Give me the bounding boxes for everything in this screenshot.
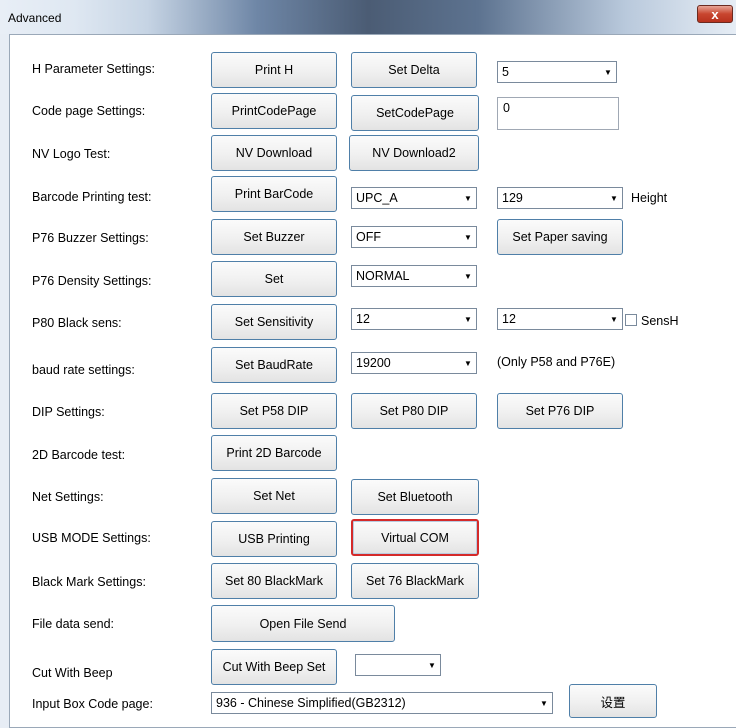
cut-beep-select[interactable]: ▼ [355, 654, 441, 676]
chevron-down-icon: ▼ [610, 193, 618, 203]
set-p58-dip-button[interactable]: Set P58 DIP [211, 393, 337, 429]
set-bluetooth-button[interactable]: Set Bluetooth [351, 479, 479, 515]
apply-code-page-button[interactable]: 设置 [569, 684, 657, 718]
chevron-down-icon: ▼ [428, 660, 436, 670]
close-button[interactable]: x [697, 5, 733, 23]
input-code-page-label: Input Box Code page: [32, 697, 153, 711]
chevron-down-icon: ▼ [464, 271, 472, 281]
usb-mode-label: USB MODE Settings: [32, 531, 151, 545]
print-barcode-button[interactable]: Print BarCode [211, 176, 337, 212]
chevron-down-icon: ▼ [464, 232, 472, 242]
nv-download-button[interactable]: NV Download [211, 135, 337, 171]
density-select[interactable]: NORMAL ▼ [351, 265, 477, 287]
cut-with-beep-set-button[interactable]: Cut With Beep Set [211, 649, 337, 685]
chevron-down-icon: ▼ [464, 193, 472, 203]
sensh-select[interactable]: 12 ▼ [497, 308, 623, 330]
sensh-label: SensH [641, 314, 679, 328]
h-param-label: H Parameter Settings: [32, 62, 155, 76]
barcode-type-value: UPC_A [356, 191, 398, 205]
print-h-button[interactable]: Print H [211, 52, 337, 88]
barcode-height-value: 129 [502, 191, 523, 205]
chevron-down-icon: ▼ [464, 314, 472, 324]
close-icon: x [711, 6, 719, 22]
density-label: P76 Density Settings: [32, 274, 152, 288]
input-code-page-select[interactable]: 936 - Chinese Simplified(GB2312) ▼ [211, 692, 553, 714]
window-title: Advanced [8, 11, 62, 25]
code-page-input[interactable]: 0 [497, 97, 619, 130]
sensitivity-select[interactable]: 12 ▼ [351, 308, 477, 330]
baud-note: (Only P58 and P76E) [497, 355, 616, 369]
virtual-com-button[interactable]: Virtual COM [351, 519, 479, 556]
dip-label: DIP Settings: [32, 405, 105, 419]
black-mark-label: Black Mark Settings: [32, 575, 146, 589]
input-code-page-value: 936 - Chinese Simplified(GB2312) [216, 696, 406, 710]
delta-value: 5 [502, 65, 509, 79]
barcode-2d-label: 2D Barcode test: [32, 448, 126, 462]
set-baud-rate-button[interactable]: Set BaudRate [211, 347, 337, 383]
sensitivity-value: 12 [356, 312, 370, 326]
print-code-page-button[interactable]: PrintCodePage [211, 93, 337, 129]
chevron-down-icon: ▼ [464, 358, 472, 368]
nv-logo-label: NV Logo Test: [32, 147, 111, 161]
set-sensitivity-button[interactable]: Set Sensitivity [211, 304, 337, 340]
height-label: Height [631, 191, 668, 205]
cut-beep-label: Cut With Beep [32, 666, 113, 680]
barcode-height-select[interactable]: 129 ▼ [497, 187, 623, 209]
set-density-button[interactable]: Set [211, 261, 337, 297]
title-bar: Advanced x [0, 0, 736, 34]
barcode-type-select[interactable]: UPC_A ▼ [351, 187, 477, 209]
buzzer-value: OFF [356, 230, 381, 244]
nv-download2-button[interactable]: NV Download2 [349, 135, 479, 171]
file-send-label: File data send: [32, 617, 114, 631]
sensh-checkbox[interactable] [625, 314, 637, 326]
baud-rate-value: 19200 [356, 356, 391, 370]
set-p76-dip-button[interactable]: Set P76 DIP [497, 393, 623, 429]
set-paper-saving-button[interactable]: Set Paper saving [497, 219, 623, 255]
baud-label: baud rate settings: [32, 363, 135, 377]
set-delta-button[interactable]: Set Delta [351, 52, 477, 88]
chevron-down-icon: ▼ [540, 698, 548, 708]
code-page-label: Code page Settings: [32, 104, 146, 118]
density-value: NORMAL [356, 269, 410, 283]
net-label: Net Settings: [32, 490, 104, 504]
set-p80-dip-button[interactable]: Set P80 DIP [351, 393, 477, 429]
chevron-down-icon: ▼ [610, 314, 618, 324]
set-code-page-button[interactable]: SetCodePage [351, 95, 479, 131]
set-80-blackmark-button[interactable]: Set 80 BlackMark [211, 563, 337, 599]
buzzer-label: P76 Buzzer Settings: [32, 231, 149, 245]
barcode-label: Barcode Printing test: [32, 190, 152, 204]
set-buzzer-button[interactable]: Set Buzzer [211, 219, 337, 255]
set-76-blackmark-button[interactable]: Set 76 BlackMark [351, 563, 479, 599]
print-2d-barcode-button[interactable]: Print 2D Barcode [211, 435, 337, 471]
set-net-button[interactable]: Set Net [211, 478, 337, 514]
chevron-down-icon: ▼ [604, 67, 612, 77]
sensh-value: 12 [502, 312, 516, 326]
baud-rate-select[interactable]: 19200 ▼ [351, 352, 477, 374]
black-sens-label: P80 Black sens: [32, 316, 122, 330]
buzzer-select[interactable]: OFF ▼ [351, 226, 477, 248]
delta-select[interactable]: 5 ▼ [497, 61, 617, 83]
usb-printing-button[interactable]: USB Printing [211, 521, 337, 557]
open-file-send-button[interactable]: Open File Send [211, 605, 395, 642]
